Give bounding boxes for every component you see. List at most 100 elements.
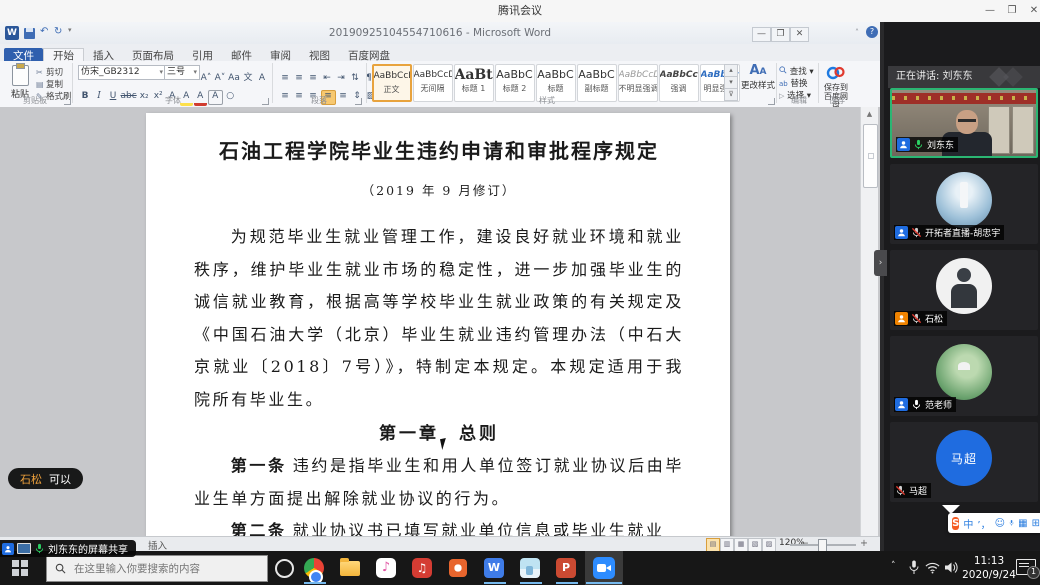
- taskbar-clock[interactable]: 11:13 2020/9/24: [958, 554, 1020, 582]
- sidebar-collapse-handle[interactable]: ›: [874, 250, 887, 276]
- participant-tile-shisong[interactable]: 石松: [890, 250, 1038, 330]
- document-page[interactable]: 石油工程学院毕业生违约申请和审批程序规定 （2019 年 9 月修订） 为规范毕…: [146, 113, 730, 536]
- participant-label: 马超: [894, 483, 931, 498]
- doc-paragraph: 第一条违约是指毕业生和用人单位签订就业协议后由毕业生单方面提出解除就业协议的行为…: [194, 450, 684, 515]
- print-layout-view-icon[interactable]: ▤: [706, 538, 720, 552]
- scrollbar-thumb[interactable]: [863, 124, 878, 188]
- mouse-cursor: [440, 437, 453, 450]
- ime-emoji-icon[interactable]: ☺: [995, 518, 1005, 529]
- running-indicator: [520, 582, 542, 584]
- powerpoint-icon: P: [556, 558, 576, 578]
- file-explorer-button[interactable]: [338, 557, 362, 579]
- sogou-logo-icon[interactable]: S: [952, 517, 959, 530]
- clock-date: 2020/9/24: [958, 568, 1020, 582]
- close-icon[interactable]: ✕: [1026, 4, 1040, 18]
- participant-tile-fanlaoshi[interactable]: 范老师: [890, 336, 1038, 416]
- minimize-icon[interactable]: —: [982, 4, 998, 18]
- search-icon: [779, 66, 787, 74]
- clock-time: 11:13: [958, 554, 1020, 568]
- action-center-icon[interactable]: 1: [1016, 559, 1036, 575]
- mic-on-icon: [913, 139, 924, 150]
- tencent-meeting-button[interactable]: [585, 551, 623, 585]
- ime-mode-chinese[interactable]: 中: [963, 516, 973, 531]
- doc-chapter-heading: 第一章 总则: [194, 418, 684, 451]
- powerpoint-button[interactable]: P: [554, 557, 578, 579]
- meeting-sidebar: 正在讲话: 刘东东 刘东东 开拓者直播-胡忠宇: [880, 22, 1040, 551]
- taskbar: ♪ ♫ W P ˄ 11:13 2020/9/24 1: [0, 551, 1040, 585]
- word-restore-icon[interactable]: ❐: [771, 27, 790, 42]
- document-area: 石油工程学院毕业生违约申请和审批程序规定 （2019 年 9 月修订） 为规范毕…: [0, 107, 880, 536]
- fullscreen-view-icon[interactable]: ▥: [720, 538, 734, 552]
- music-note-icon: ♫: [412, 558, 432, 578]
- help-icon[interactable]: ?: [866, 26, 878, 38]
- running-indicator: [484, 582, 506, 584]
- clipboard-group-label: 剪贴板: [0, 95, 70, 106]
- styles-launcher-icon[interactable]: [768, 98, 775, 105]
- ribbon: 粘贴 ✂剪切 ▤复制 ✎格式刷 剪贴板 仿宋_GB2312▾ 三号▾ A˄A˅A…: [0, 61, 880, 108]
- participant-tile-huzhongyu[interactable]: 开拓者直播-胡忠宇: [890, 164, 1038, 244]
- running-indicator: [556, 582, 578, 584]
- participant-label: 范老师: [894, 397, 956, 412]
- ime-toolbox-icon[interactable]: ⊞: [1032, 518, 1040, 529]
- member-icon: [897, 138, 910, 151]
- phonetic-guide-button[interactable]: 文: [242, 72, 255, 85]
- search-input[interactable]: [72, 562, 246, 576]
- ime-voice-icon[interactable]: [1009, 517, 1014, 529]
- photos-button[interactable]: [518, 557, 542, 579]
- word-close-icon[interactable]: ✕: [790, 27, 809, 42]
- ime-keyboard-icon[interactable]: ▦: [1018, 518, 1027, 529]
- caption-text: 可以: [49, 471, 71, 487]
- speaker-icon[interactable]: [944, 561, 958, 574]
- tray-mic-icon[interactable]: [908, 560, 920, 575]
- word-window: W ↶ ↻ ▾ 20190925104554710616 - Microsoft…: [0, 22, 880, 551]
- screen-share-indicator[interactable]: 刘东东的屏幕共享: [0, 540, 136, 557]
- font-launcher-icon[interactable]: [262, 98, 269, 105]
- styles-more-icon[interactable]: ⊽: [724, 88, 738, 101]
- paragraph-group-label: 段落: [278, 95, 360, 106]
- font-family-select[interactable]: 仿宋_GB2312▾: [78, 65, 166, 80]
- copy-button[interactable]: ▤复制: [36, 78, 63, 89]
- itunes-button[interactable]: ♪: [374, 557, 398, 579]
- ribbon-collapse-icon[interactable]: ˄: [855, 28, 859, 37]
- taskbar-search[interactable]: [46, 555, 268, 582]
- participant-video-liudongdong[interactable]: 刘东东: [890, 88, 1038, 158]
- wps-icon: W: [484, 558, 504, 578]
- change-styles-button[interactable]: AA 更改样式: [741, 64, 775, 102]
- start-button[interactable]: [12, 560, 28, 576]
- scroll-up-icon[interactable]: ▲: [861, 107, 878, 122]
- find-button[interactable]: 查找 ▾: [779, 65, 814, 77]
- member-icon: [895, 226, 908, 239]
- tray-expand-icon[interactable]: ˄: [891, 561, 896, 571]
- zoom-in-icon[interactable]: +: [860, 538, 868, 549]
- word-minimize-icon[interactable]: —: [752, 27, 771, 42]
- cortana-button[interactable]: [272, 557, 296, 579]
- restore-icon[interactable]: ❐: [1004, 4, 1020, 18]
- doc-title: 石油工程学院毕业生违约申请和审批程序规定: [194, 135, 684, 164]
- save-group-label: 保存: [821, 95, 853, 106]
- netease-music-button[interactable]: ♫: [410, 557, 434, 579]
- mic-on-icon: [34, 543, 45, 554]
- clipboard-launcher-icon[interactable]: [64, 98, 71, 105]
- outline-view-icon[interactable]: ▧: [748, 538, 762, 552]
- web-layout-view-icon[interactable]: ▦: [734, 538, 748, 552]
- replace-button[interactable]: ab 替换: [779, 77, 807, 89]
- wps-button[interactable]: W: [482, 557, 506, 579]
- styles-group-label: 样式: [371, 95, 723, 106]
- draft-view-icon[interactable]: ▨: [762, 538, 776, 552]
- paragraph-launcher-icon[interactable]: [355, 98, 362, 105]
- ime-punctuation-icon[interactable]: ’，: [977, 516, 990, 531]
- character-border-button[interactable]: A: [256, 72, 269, 85]
- member-icon: [2, 543, 14, 555]
- sogou-ime-bar[interactable]: S 中 ’， ☺ ▦ ⊞: [948, 513, 1040, 533]
- participant-label: 刘东东: [896, 137, 958, 152]
- person-silhouette: [958, 119, 976, 126]
- cut-button[interactable]: ✂剪切: [36, 66, 63, 77]
- wifi-icon[interactable]: [925, 562, 940, 574]
- vertical-scrollbar[interactable]: ▲: [860, 107, 878, 536]
- mic-muted-icon: [911, 227, 922, 238]
- font-size-select[interactable]: 三号▾: [164, 65, 200, 80]
- chrome-button[interactable]: [302, 557, 326, 579]
- office-button[interactable]: [446, 557, 470, 579]
- avatar: [936, 258, 992, 314]
- participant-tile-machao[interactable]: 马超 马超: [890, 422, 1038, 502]
